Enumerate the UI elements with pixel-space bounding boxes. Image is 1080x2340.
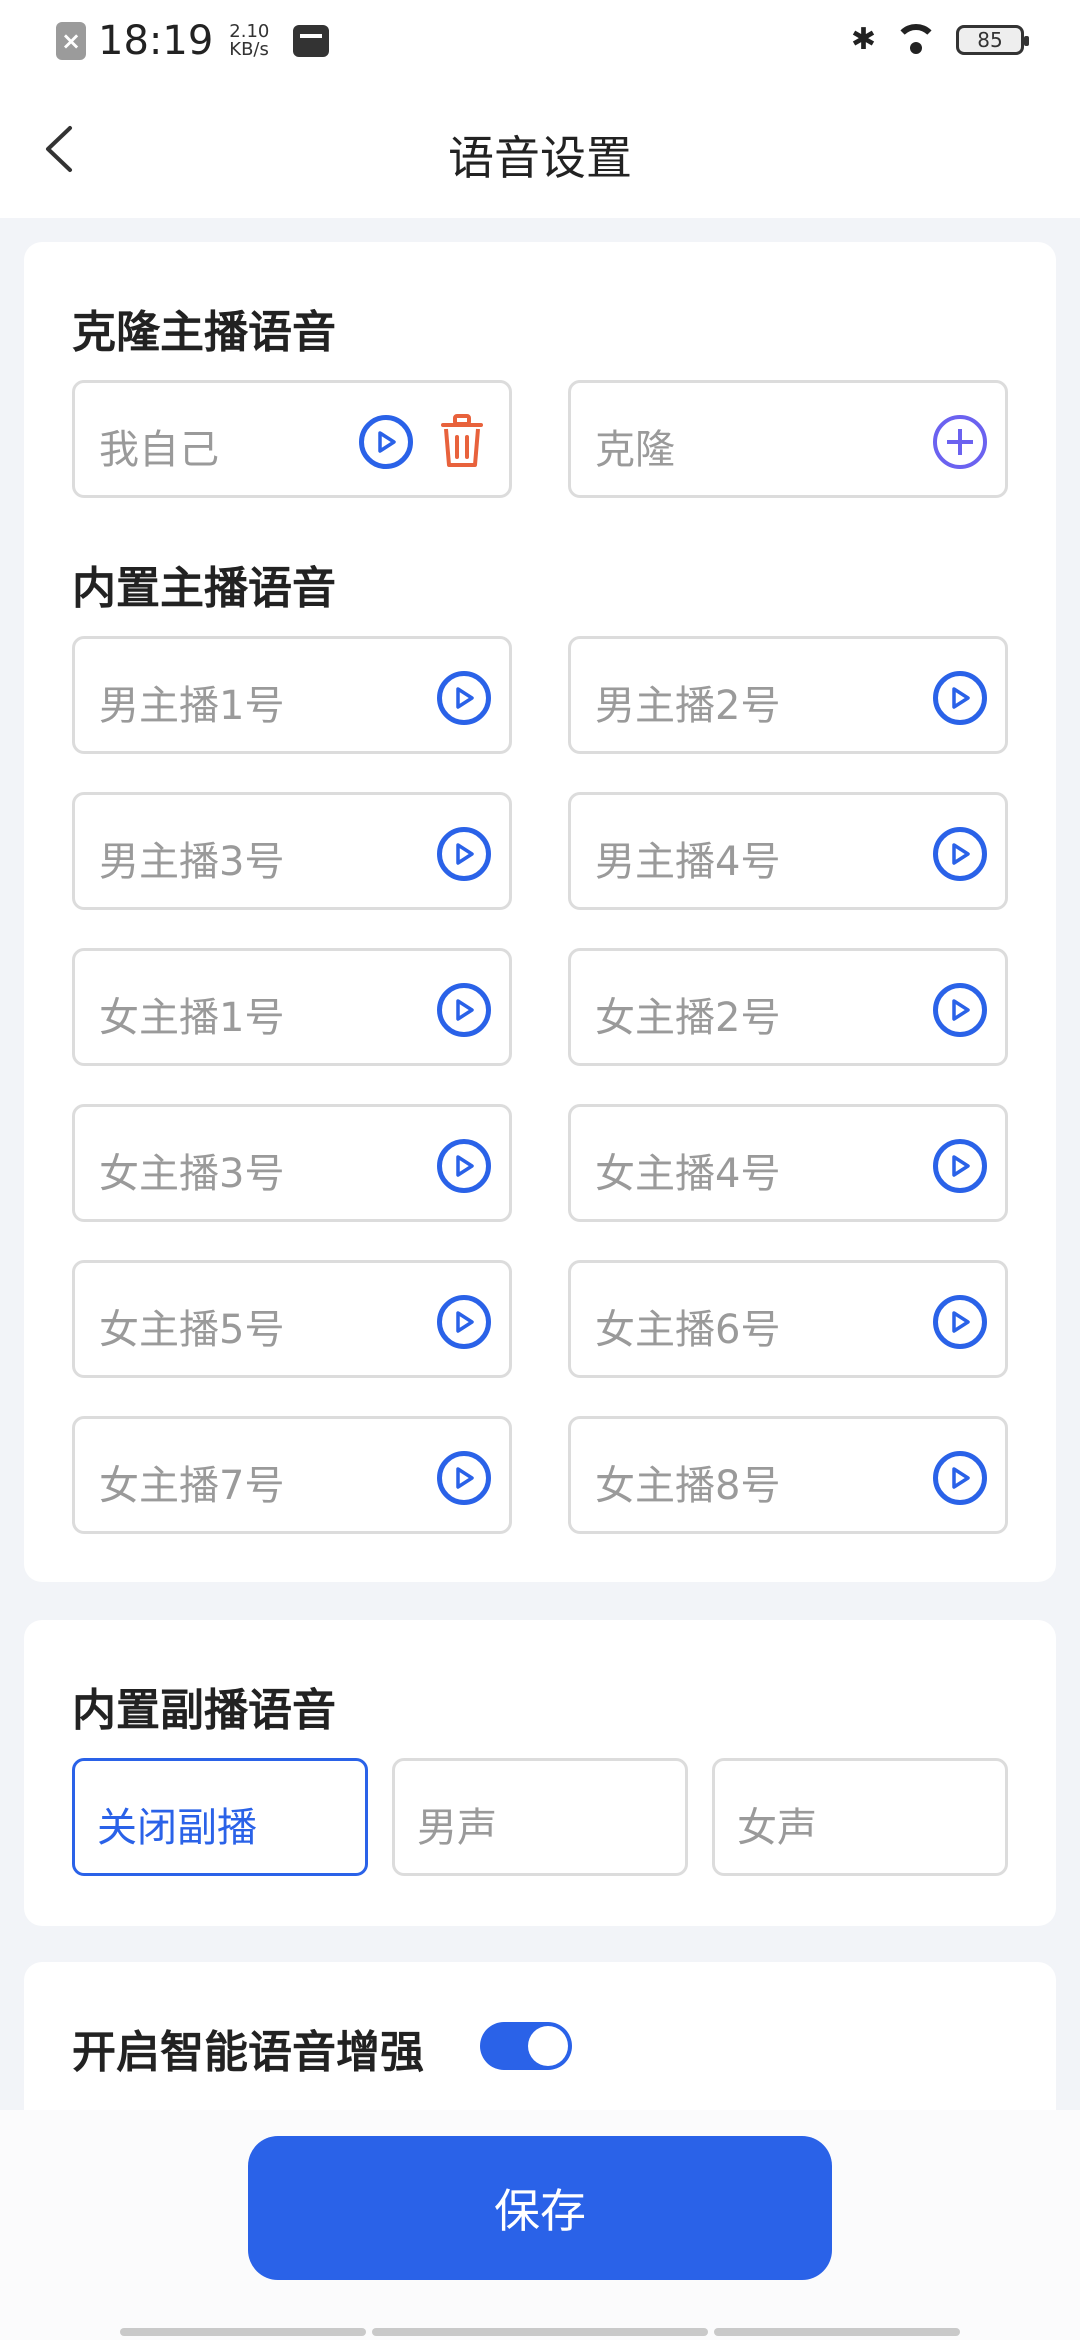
option-label: 女主播3号 [99, 1151, 285, 1197]
voice-option-female-5[interactable]: 女主播5号 [72, 1260, 512, 1378]
main-voice-card: 克隆主播语音 我自己 克隆 内置主播语音 男主播1号 男主播2号 男主播3号 男… [24, 242, 1056, 1582]
status-right: ✱ 85 [850, 22, 1029, 57]
option-label: 男主播1号 [99, 683, 285, 729]
option-label: 女主播5号 [99, 1307, 285, 1353]
clone-option-myself[interactable]: 我自己 [72, 380, 512, 498]
option-label: 女主播8号 [595, 1463, 781, 1509]
toggle-knob [528, 2026, 568, 2066]
option-label: 女声 [737, 1805, 817, 1851]
play-icon[interactable] [933, 671, 987, 725]
play-icon[interactable] [933, 1451, 987, 1505]
play-icon[interactable] [437, 1451, 491, 1505]
add-icon[interactable] [933, 415, 987, 469]
builtin-section-title: 内置主播语音 [72, 563, 336, 614]
play-icon[interactable] [437, 1295, 491, 1349]
voice-option-female-3[interactable]: 女主播3号 [72, 1104, 512, 1222]
option-label: 女主播2号 [595, 995, 781, 1041]
clone-section-title: 克隆主播语音 [72, 307, 336, 358]
battery-icon: 85 [956, 24, 1029, 55]
enhance-label: 开启智能语音增强 [72, 2027, 424, 2078]
secondary-voice-card: 内置副播语音 关闭副播 男声 女声 [24, 1620, 1056, 1926]
secondary-option-off[interactable]: 关闭副播 [72, 1758, 368, 1876]
trash-icon[interactable] [437, 413, 487, 469]
wifi-icon [894, 23, 938, 56]
secondary-section-title: 内置副播语音 [72, 1685, 336, 1736]
notification-x-icon: × [56, 22, 86, 60]
play-icon[interactable] [437, 827, 491, 881]
voice-option-female-8[interactable]: 女主播8号 [568, 1416, 1008, 1534]
option-label: 男主播3号 [99, 839, 285, 885]
voice-option-female-4[interactable]: 女主播4号 [568, 1104, 1008, 1222]
play-icon[interactable] [933, 1295, 987, 1349]
voice-option-female-6[interactable]: 女主播6号 [568, 1260, 1008, 1378]
voice-option-male-3[interactable]: 男主播3号 [72, 792, 512, 910]
option-label: 关闭副播 [97, 1805, 257, 1851]
option-label: 女主播4号 [595, 1151, 781, 1197]
option-label: 男主播2号 [595, 683, 781, 729]
option-label: 男主播4号 [595, 839, 781, 885]
option-label: 克隆 [595, 427, 675, 473]
play-icon[interactable] [437, 671, 491, 725]
play-icon[interactable] [933, 983, 987, 1037]
status-bar: × 18:19 2.10 KB/s ✱ 85 [0, 0, 1080, 84]
status-left: × 18:19 2.10 KB/s [56, 18, 330, 64]
battery-level: 85 [977, 27, 1003, 52]
voice-option-female-7[interactable]: 女主播7号 [72, 1416, 512, 1534]
sim-card-icon [293, 25, 330, 57]
option-label: 女主播7号 [99, 1463, 285, 1509]
option-label: 我自己 [99, 427, 219, 473]
option-label: 女主播1号 [99, 995, 285, 1041]
network-speed: 2.10 KB/s [229, 23, 269, 59]
nav-hint-left [120, 2328, 366, 2336]
status-time: 18:19 [98, 18, 214, 64]
voice-option-male-1[interactable]: 男主播1号 [72, 636, 512, 754]
play-icon[interactable] [437, 983, 491, 1037]
bluetooth-icon: ✱ [850, 22, 876, 57]
voice-option-male-2[interactable]: 男主播2号 [568, 636, 1008, 754]
play-icon[interactable] [933, 827, 987, 881]
clone-option-add[interactable]: 克隆 [568, 380, 1008, 498]
voice-option-male-4[interactable]: 男主播4号 [568, 792, 1008, 910]
nav-hint-right [714, 2328, 960, 2336]
option-label: 女主播6号 [595, 1307, 781, 1353]
option-label: 男声 [417, 1805, 497, 1851]
page-title: 语音设置 [448, 131, 632, 185]
play-icon[interactable] [437, 1139, 491, 1193]
secondary-option-male[interactable]: 男声 [392, 1758, 688, 1876]
secondary-option-female[interactable]: 女声 [712, 1758, 1008, 1876]
enhance-toggle[interactable] [480, 2022, 572, 2070]
play-icon[interactable] [359, 415, 413, 469]
top-bar: 语音设置 [0, 84, 1080, 218]
save-button[interactable]: 保存 [248, 2136, 832, 2280]
voice-option-female-2[interactable]: 女主播2号 [568, 948, 1008, 1066]
bottom-bar: 保存 [0, 2110, 1080, 2340]
voice-option-female-1[interactable]: 女主播1号 [72, 948, 512, 1066]
network-speed-unit: KB/s [229, 39, 269, 60]
nav-hint-center [372, 2328, 708, 2336]
play-icon[interactable] [933, 1139, 987, 1193]
